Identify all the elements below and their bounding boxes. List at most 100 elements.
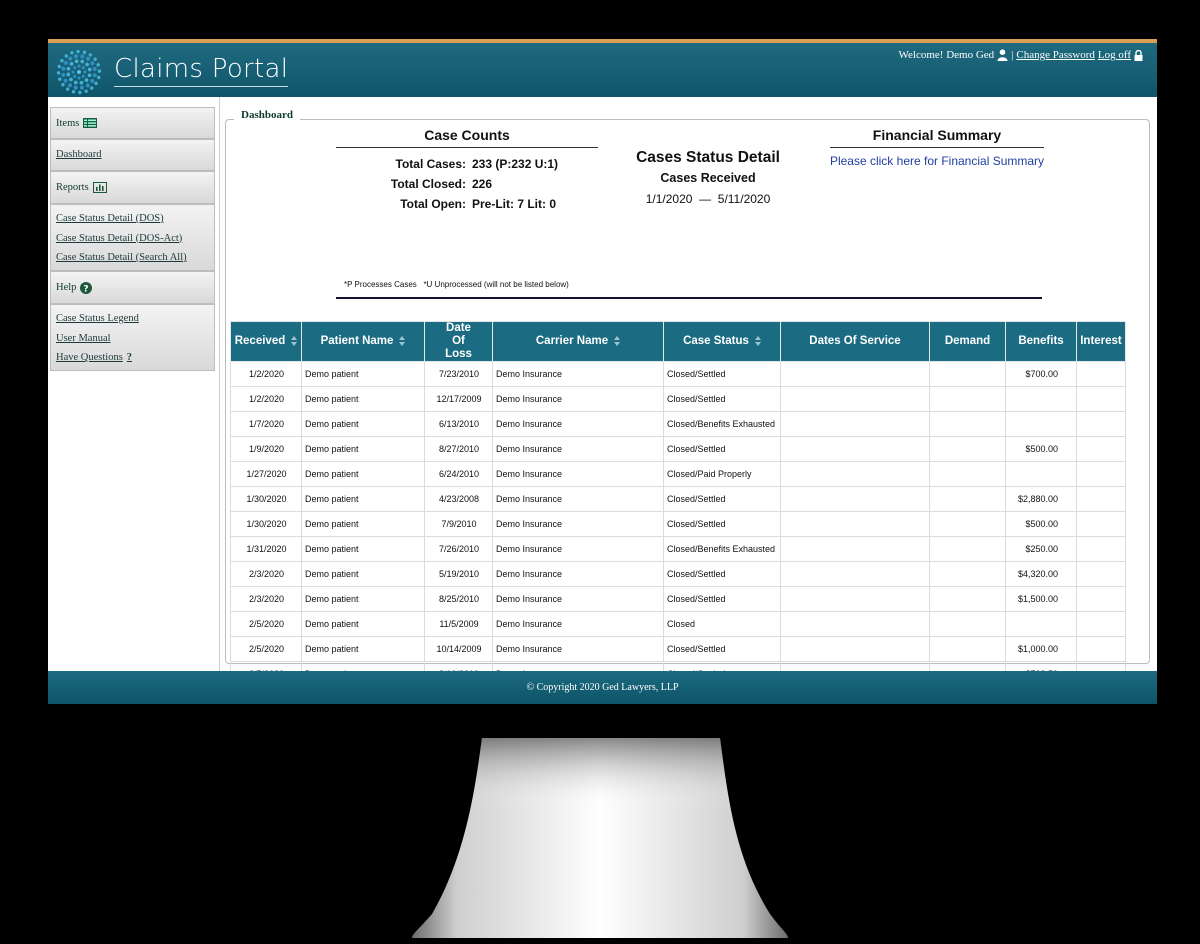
column-header-case-status[interactable]: Case Status <box>663 321 781 362</box>
cell-interest <box>1076 511 1126 537</box>
table-row[interactable]: 1/31/2020 Demo patient 7/26/2010 Demo Insur… <box>230 536 1126 562</box>
column-header-received[interactable]: Received <box>230 321 302 362</box>
cell-received: 1/7/2020 <box>230 411 302 437</box>
cell-interest <box>1076 411 1126 437</box>
cell-received: 2/5/2020 <box>230 636 302 662</box>
cell-demand <box>929 511 1006 537</box>
cell-interest <box>1076 461 1126 487</box>
logo-dot <box>84 89 88 93</box>
logout-link[interactable]: Log off <box>1098 49 1131 61</box>
cell-benefits: $700.00 <box>1005 361 1077 387</box>
sidebar-items-header[interactable]: Items <box>50 107 215 139</box>
sidebar-item-user-manual[interactable]: User Manual <box>51 329 214 349</box>
sidebar-help-links: Case Status Legend User Manual Have Ques… <box>50 304 215 371</box>
table-row[interactable]: 1/2/2020 Demo patient 12/17/2009 Demo Insur… <box>230 386 1126 412</box>
counts-footnote: *P Processes Cases *U Unprocessed (will … <box>344 280 569 289</box>
cell-date-of-loss: 7/26/2010 <box>424 536 493 562</box>
header-separator: | <box>1011 49 1014 61</box>
sidebar-item-dashboard[interactable]: Dashboard <box>51 140 214 170</box>
total-cases-label: Total Cases: <box>395 157 466 171</box>
sidebar-item-have-questions[interactable]: Have Questions ? <box>51 348 214 368</box>
sort-icon[interactable] <box>614 335 621 346</box>
cell-date-of-loss: 8/27/2010 <box>424 436 493 462</box>
change-password-link[interactable]: Change Password <box>1016 49 1095 61</box>
cell-demand <box>929 561 1006 587</box>
column-header-carrier-name[interactable]: Carrier Name <box>492 321 664 362</box>
cell-case-status: Closed/Settled <box>663 486 781 512</box>
total-open-label: Total Open: <box>400 197 466 211</box>
table-row[interactable]: 1/2/2020 Demo patient 7/23/2010 Demo Insura… <box>230 361 1126 387</box>
logo-dot <box>73 85 78 90</box>
sort-icon[interactable] <box>754 335 761 346</box>
cell-carrier-name: Demo Insurance <box>492 561 664 587</box>
cell-patient-name: Demo patient <box>301 636 425 662</box>
table-row[interactable]: 2/3/2020 Demo patient 5/19/2010 Demo Insura… <box>230 561 1126 587</box>
sidebar: Items Dashboard Reports Case Status Deta… <box>48 97 220 671</box>
logo-dot <box>79 85 85 90</box>
cell-benefits <box>1005 386 1077 412</box>
table-row[interactable]: 2/5/2020 Demo patient 11/5/2009 Demo Insura… <box>230 611 1126 637</box>
logo-dot <box>73 54 79 59</box>
cell-date-of-loss: 6/13/2010 <box>424 411 493 437</box>
cell-dates-of-service <box>780 386 930 412</box>
monitor-stand <box>412 738 788 938</box>
cell-carrier-name: Demo Insurance <box>492 586 664 612</box>
cell-received: 2/3/2020 <box>230 586 302 612</box>
cell-demand <box>929 436 1006 462</box>
logo-dot <box>69 77 73 82</box>
table-row[interactable]: 2/5/2020 Demo patient 10/14/2009 Demo Insur… <box>230 636 1126 662</box>
table-row[interactable]: 1/7/2020 Demo patient 6/13/2010 Demo Insura… <box>230 411 1126 437</box>
status-detail-title: Cases Status Detail <box>636 149 780 166</box>
app-title: Claims Portal <box>114 54 289 87</box>
logo-dot <box>70 51 74 55</box>
column-header-label: Benefits <box>1018 335 1064 347</box>
logo-dot <box>87 73 92 78</box>
sidebar-reports-header[interactable]: Reports <box>50 171 215 204</box>
logo-dot <box>85 56 91 61</box>
cell-dates-of-service <box>780 361 930 387</box>
cell-carrier-name: Demo Insurance <box>492 411 664 437</box>
cell-dates-of-service <box>780 436 930 462</box>
column-header-label: Demand <box>944 335 991 347</box>
table-row[interactable]: 1/30/2020 Demo patient 7/9/2010 Demo Insura… <box>230 511 1126 537</box>
logo-dot <box>74 59 79 64</box>
sidebar-item-case-status-legend[interactable]: Case Status Legend <box>51 309 214 329</box>
logo-dot <box>66 66 71 71</box>
cell-date-of-loss: 11/5/2009 <box>424 611 493 637</box>
logo-dot <box>79 80 84 85</box>
column-header-demand: Demand <box>929 321 1006 362</box>
sort-icon[interactable] <box>291 335 298 346</box>
cell-interest <box>1076 561 1126 587</box>
cell-dates-of-service <box>780 536 930 562</box>
column-header-patient-name[interactable]: Patient Name <box>301 321 425 362</box>
cell-case-status: Closed/Settled <box>663 361 781 387</box>
cell-patient-name: Demo patient <box>301 511 425 537</box>
table-row[interactable]: 2/3/2020 Demo patient 8/25/2010 Demo Insura… <box>230 586 1126 612</box>
logo-dot <box>58 77 62 81</box>
column-header-label: Interest <box>1080 335 1122 347</box>
logo-dot <box>88 53 93 57</box>
total-cases-value: 233 (P:232 U:1) <box>472 157 559 171</box>
sidebar-item-case-status-dos[interactable]: Case Status Detail (DOS) <box>51 209 214 229</box>
financial-summary-title: Financial Summary <box>830 127 1044 148</box>
sidebar-help-header[interactable]: Help ? <box>50 271 215 304</box>
logo-dot <box>83 70 87 74</box>
table-row[interactable]: 1/30/2020 Demo patient 4/23/2008 Demo Insur… <box>230 486 1126 512</box>
financial-summary-link[interactable]: Please click here for Financial Summary <box>810 154 1064 168</box>
logo-dot <box>61 72 66 78</box>
summary-divider <box>336 297 1042 299</box>
logo-dot <box>92 73 97 78</box>
cell-demand <box>929 611 1006 637</box>
table-row[interactable]: 1/9/2020 Demo patient 8/27/2010 Demo Insura… <box>230 436 1126 462</box>
table-header-row: Received Patient Name Date Of Loss Carrier … <box>230 321 1126 362</box>
cell-interest <box>1076 636 1126 662</box>
sort-icon[interactable] <box>399 335 406 346</box>
cell-carrier-name: Demo Insurance <box>492 611 664 637</box>
sidebar-item-case-status-dos-act[interactable]: Case Status Detail (DOS-Act) <box>51 229 214 249</box>
cell-benefits: $2,880.00 <box>1005 486 1077 512</box>
top-header: Claims Portal Welcome! Demo Ged | Change… <box>48 39 1157 97</box>
logo-dot <box>61 66 66 71</box>
cell-case-status: Closed/Benefits Exhausted <box>663 411 781 437</box>
sidebar-item-case-status-search-all[interactable]: Case Status Detail (Search All) <box>51 248 214 268</box>
table-row[interactable]: 1/27/2020 Demo patient 6/24/2010 Demo Insur… <box>230 461 1126 487</box>
